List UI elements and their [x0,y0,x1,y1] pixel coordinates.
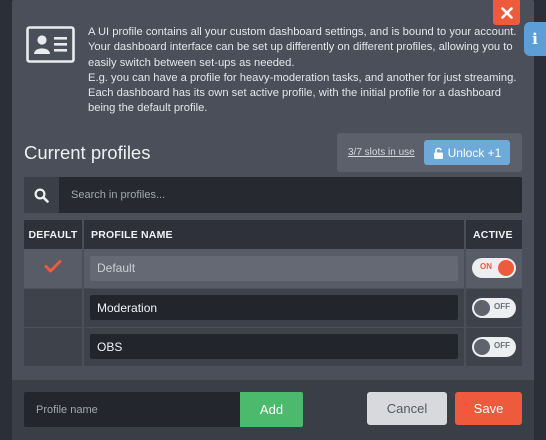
intro-text: A UI profile contains all your custom da… [88,25,524,117]
intro-line: E.g. you can have a profile for heavy-mo… [88,71,517,84]
active-cell: ON [465,249,522,289]
toggle-knob [474,299,490,316]
search-input[interactable] [59,177,522,213]
info-icon: i [532,30,538,48]
toggle-state-label: OFF [494,340,510,350]
intro-line: Your dashboard interface can be set up d… [88,41,513,54]
active-cell: OFF [465,288,522,328]
slots-panel: 3/7 slots in use Unlock +1 [337,133,522,172]
active-cell: OFF [465,327,522,367]
profile-name-cell [83,249,466,289]
profiles-table: DEFAULT PROFILE NAME ACTIVE ON [24,220,522,367]
column-header-profile-name: PROFILE NAME [83,220,466,249]
unlock-slot-button[interactable]: Unlock +1 [424,140,510,165]
table-row[interactable]: ON [24,249,522,289]
unlock-label: Unlock +1 [447,145,502,160]
active-toggle[interactable]: OFF [472,336,516,357]
table-row[interactable]: OFF [24,288,522,328]
profile-card-icon [26,26,75,63]
table-header-row: DEFAULT PROFILE NAME ACTIVE [24,220,522,249]
intro-line: easily switch between set-ups as needed. [88,56,295,69]
checkmark-icon [44,259,62,273]
default-cell[interactable] [24,249,84,289]
toggle-knob [498,260,514,277]
default-cell[interactable] [24,327,84,367]
active-toggle[interactable]: OFF [472,297,516,318]
cancel-button[interactable]: Cancel [367,392,447,425]
profile-name-input[interactable] [90,255,458,281]
close-button[interactable] [493,0,520,25]
table-row[interactable]: OFF [24,327,522,367]
profile-search [24,177,522,213]
default-cell[interactable] [24,288,84,328]
column-header-default: DEFAULT [24,220,84,249]
toggle-state-label: OFF [494,301,510,311]
profile-name-cell [83,327,466,367]
search-button[interactable] [24,177,59,213]
intro-line: being the default profile. [88,102,208,115]
profile-name-input[interactable] [90,295,458,320]
active-toggle[interactable]: ON [472,258,516,279]
column-header-active: ACTIVE [465,220,522,249]
intro-line: Each dashboard has its own set active pr… [88,87,501,100]
profile-name-cell [83,288,466,328]
search-icon [34,187,49,203]
slots-usage-link[interactable]: 3/7 slots in use [348,147,415,158]
new-profile-name-input[interactable] [24,392,240,427]
save-button[interactable]: Save [455,392,522,425]
toggle-knob [474,338,490,355]
intro-line: A UI profile contains all your custom da… [88,26,517,38]
profiles-modal: A UI profile contains all your custom da… [12,0,534,440]
close-icon [500,6,513,19]
section-title: Current profiles [24,142,151,163]
modal-footer: Add Cancel Save [12,380,534,440]
profile-name-input[interactable] [90,334,458,359]
add-profile-button[interactable]: Add [240,392,303,427]
unlock-icon [433,147,443,159]
toggle-state-label: ON [480,262,492,272]
info-tab[interactable]: i [524,22,546,56]
